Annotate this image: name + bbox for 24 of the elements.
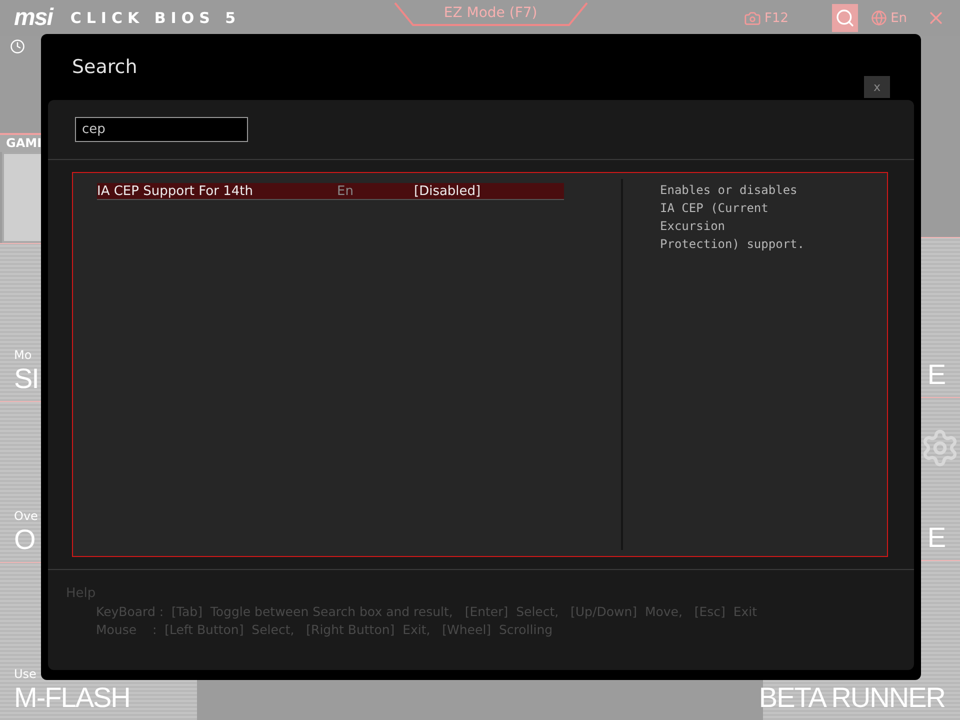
close-button[interactable]: x <box>864 76 890 98</box>
result-row[interactable]: IA CEP Support For 14th En [Disabled] <box>97 183 564 200</box>
search-button[interactable] <box>832 4 858 32</box>
search-field[interactable]: cep <box>75 117 248 142</box>
setting-description: Enables or disables IA CEP (Current Excursion Protection) support. <box>660 182 806 253</box>
tile-title: O <box>14 525 35 556</box>
logo: msi <box>14 4 52 32</box>
tile-caption: Use <box>14 667 36 682</box>
tile-title: E <box>927 360 945 391</box>
tile-title: E <box>927 523 945 554</box>
tile-caption: Mo <box>14 348 32 362</box>
camera-icon <box>744 10 761 26</box>
tile-caption: Ove <box>14 509 38 524</box>
globe-icon <box>870 10 887 26</box>
tile-title: SI <box>14 364 38 395</box>
setting-value: [Disabled] <box>414 184 481 198</box>
search-icon <box>834 8 855 28</box>
language-tag: En <box>337 184 414 198</box>
tile-title: BETA RUNNER <box>758 683 945 714</box>
tile-title: M-FLASH <box>14 683 130 714</box>
setting-name: IA CEP Support For 14th <box>97 184 254 198</box>
clock-icon <box>10 39 25 54</box>
dialog-title: Search <box>72 56 138 78</box>
app-title: CLICK BIOS 5 <box>70 9 241 27</box>
